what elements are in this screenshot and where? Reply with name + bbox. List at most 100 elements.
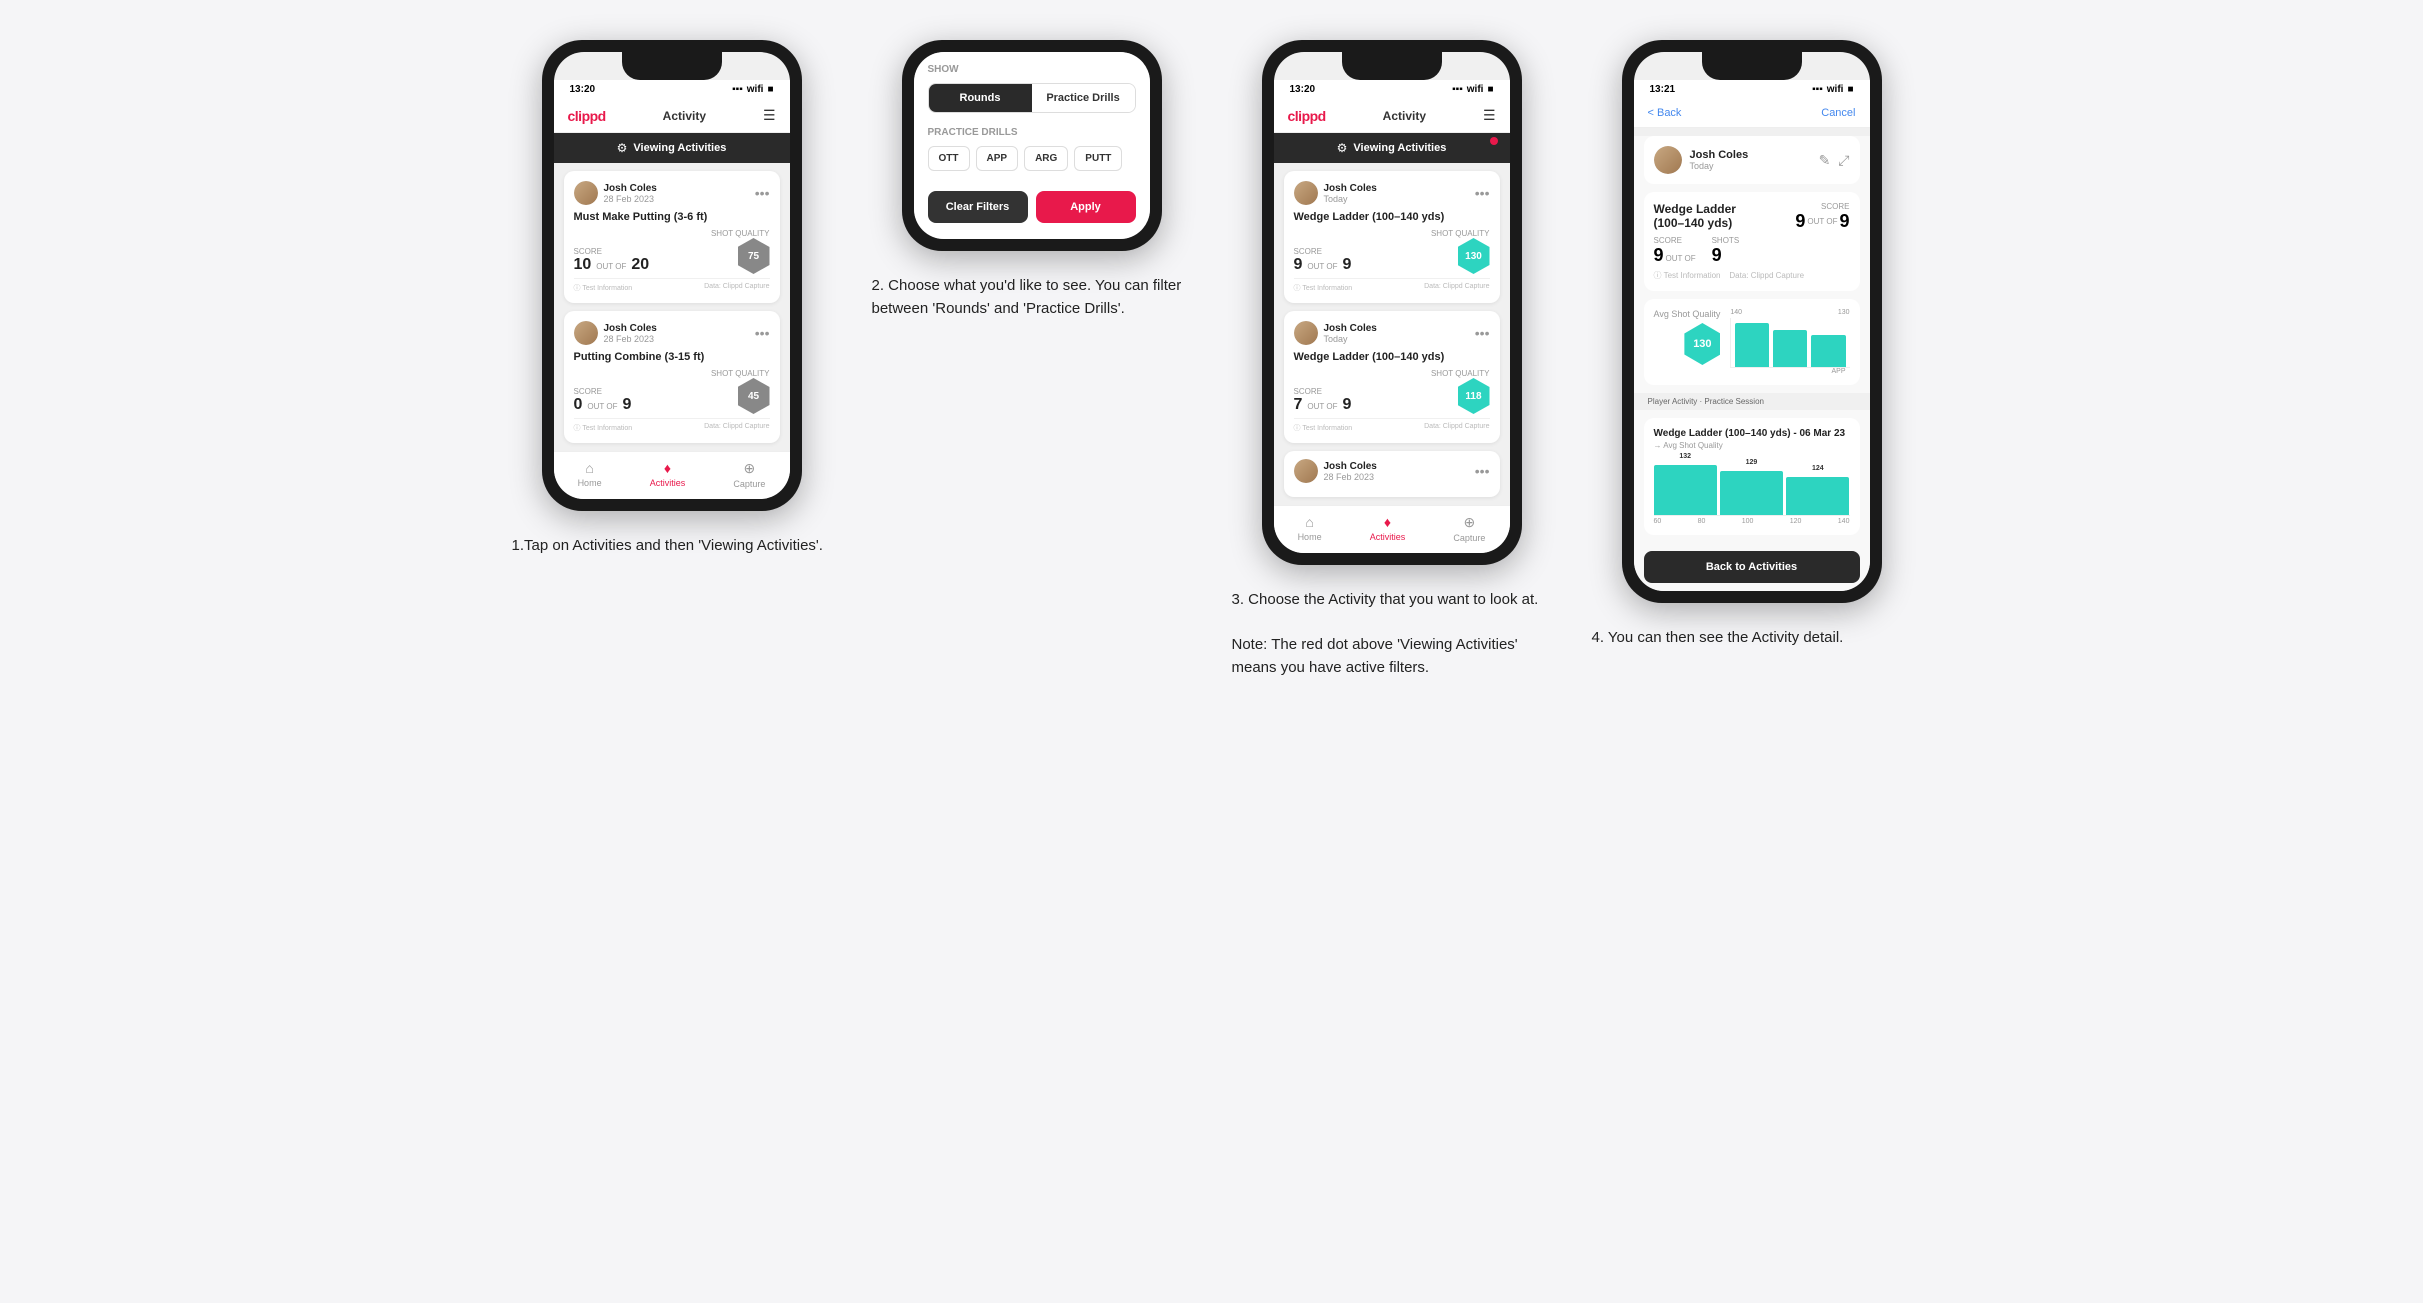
step-4-column: 13:21 ▪▪▪ wifi ■ < Back Cancel <box>1592 40 1912 679</box>
phone-4: 13:21 ▪▪▪ wifi ■ < Back Cancel <box>1622 40 1882 603</box>
activity-card-2[interactable]: Josh Coles 28 Feb 2023 ••• Putting Combi… <box>564 311 780 443</box>
dots-menu-1[interactable]: ••• <box>755 185 770 201</box>
nav-home-1[interactable]: ⌂ Home <box>578 460 602 489</box>
signal-icon-4: ▪▪▪ <box>1812 84 1823 95</box>
hamburger-icon[interactable]: ☰ <box>763 107 776 124</box>
stats-row-2: Score 0 OUT OF 9 Shot Quality 45 <box>574 369 770 414</box>
viewing-activities-banner-3[interactable]: ⚙ Viewing Activities <box>1274 133 1510 163</box>
activities-icon: ♦ <box>664 460 671 476</box>
step-4-description: 4. You can then see the Activity detail. <box>1592 627 1912 650</box>
activity-card-3a[interactable]: Josh Coles Today ••• Wedge Ladder (100–1… <box>1284 171 1500 303</box>
chip-ott[interactable]: OTT <box>928 146 970 171</box>
bottom-nav-3: ⌂ Home ♦ Activities ⊕ Capture <box>1274 505 1510 553</box>
dots-menu-3a[interactable]: ••• <box>1475 185 1490 201</box>
nav-capture-label: Capture <box>733 479 765 489</box>
nav-home-label-3: Home <box>1298 532 1322 542</box>
rounds-tab[interactable]: Rounds <box>929 84 1032 112</box>
nav-capture-3[interactable]: ⊕ Capture <box>1453 514 1485 543</box>
drill-chips: OTT APP ARG PUTT <box>928 146 1136 171</box>
page-container: 13:20 ▪▪▪ wifi ■ clippd Activity ☰ ⚙ Vie… <box>512 40 1912 679</box>
apply-button[interactable]: Apply <box>1036 191 1136 223</box>
bottom-nav-1: ⌂ Home ♦ Activities ⊕ Capture <box>554 451 790 499</box>
chip-arg[interactable]: ARG <box>1024 146 1068 171</box>
cancel-button[interactable]: Cancel <box>1821 107 1855 119</box>
activity-card-1[interactable]: Josh Coles 28 Feb 2023 ••• Must Make Put… <box>564 171 780 303</box>
user-info-1: Josh Coles 28 Feb 2023 <box>574 181 657 205</box>
dots-menu-3b[interactable]: ••• <box>1475 325 1490 341</box>
bar-3 <box>1811 335 1845 367</box>
nav-activities-label-3: Activities <box>1370 532 1406 542</box>
phone-1: 13:20 ▪▪▪ wifi ■ clippd Activity ☰ ⚙ Vie… <box>542 40 802 511</box>
user-name-3a: Josh Coles <box>1324 183 1377 194</box>
chip-putt[interactable]: PUTT <box>1074 146 1122 171</box>
signal-icon-3: ▪▪▪ <box>1452 84 1463 95</box>
status-time-3: 13:20 <box>1290 84 1316 95</box>
clear-filters-button[interactable]: Clear Filters <box>928 191 1028 223</box>
phone-notch <box>622 52 722 80</box>
nav-activities-1[interactable]: ♦ Activities <box>650 460 686 489</box>
user-date-3a: Today <box>1324 194 1377 204</box>
wifi-icon-3: wifi <box>1467 84 1484 95</box>
card-header-3b: Josh Coles Today ••• <box>1294 321 1490 345</box>
battery-icon-4: ■ <box>1847 84 1853 95</box>
nav-home-label: Home <box>578 478 602 488</box>
step-3-column: 13:20 ▪▪▪ wifi ■ clippd Activity ☰ ⚙ Vie… <box>1232 40 1552 679</box>
banner-text-1: Viewing Activities <box>633 142 726 154</box>
drill-bar-3: 124 <box>1786 477 1849 515</box>
step-3-description: 3. Choose the Activity that you want to … <box>1232 589 1552 679</box>
activity-card-3c[interactable]: Josh Coles 28 Feb 2023 ••• <box>1284 451 1500 497</box>
card-header-2: Josh Coles 28 Feb 2023 ••• <box>574 321 770 345</box>
avg-shot-quality-card: Avg Shot Quality 130 140 130 <box>1644 299 1860 385</box>
chip-app[interactable]: APP <box>976 146 1019 171</box>
user-name-2: Josh Coles <box>604 323 657 334</box>
detail-score: 9 <box>1654 245 1664 266</box>
user-date-3c: 28 Feb 2023 <box>1324 472 1377 482</box>
card-header-1: Josh Coles 28 Feb 2023 ••• <box>574 181 770 205</box>
activity-card-3b[interactable]: Josh Coles Today ••• Wedge Ladder (100–1… <box>1284 311 1500 443</box>
app-title: Activity <box>663 109 706 123</box>
bar-1 <box>1735 323 1769 367</box>
filter-modal: Filter ✕ Show Rounds Practice Drills Pra… <box>914 52 1150 239</box>
drills-label: Practice Drills <box>928 127 1136 138</box>
back-button[interactable]: < Back <box>1648 107 1682 119</box>
stats-row-3a: Score 9 OUT OF 9 Shot Quality 130 <box>1294 229 1490 274</box>
detail-actions: ✎ ⤢ <box>1819 152 1850 169</box>
nav-home-3[interactable]: ⌂ Home <box>1298 514 1322 543</box>
edit-icon[interactable]: ✎ <box>1819 152 1831 169</box>
battery-icon: ■ <box>767 84 773 95</box>
detail-avatar <box>1654 146 1682 174</box>
drill-bar-2: 129 <box>1720 471 1783 515</box>
detail-stat-card: Wedge Ladder(100–140 yds) Score 9 OUT OF <box>1644 192 1860 291</box>
card-header-3c: Josh Coles 28 Feb 2023 ••• <box>1294 459 1490 483</box>
card-footer-3b: ⓘ Test Information Data: Clippd Capture <box>1294 418 1490 433</box>
modal-actions: Clear Filters Apply <box>928 191 1136 223</box>
back-to-activities-button[interactable]: Back to Activities <box>1644 551 1860 583</box>
nav-activities-3[interactable]: ♦ Activities <box>1370 514 1406 543</box>
chart-bar-label-1: 130 <box>1838 309 1850 316</box>
capture-icon: ⊕ <box>744 460 756 477</box>
score-block-1: Score 10 OUT OF 20 <box>574 247 650 274</box>
user-info-3c: Josh Coles 28 Feb 2023 <box>1294 459 1377 483</box>
dots-menu-2[interactable]: ••• <box>755 325 770 341</box>
dots-menu-3c[interactable]: ••• <box>1475 463 1490 479</box>
expand-icon[interactable]: ⤢ <box>1838 152 1849 169</box>
avatar-3a <box>1294 181 1318 205</box>
nav-capture-1[interactable]: ⊕ Capture <box>733 460 765 489</box>
avatar-1 <box>574 181 598 205</box>
practice-drills-tab[interactable]: Practice Drills <box>1032 84 1135 112</box>
user-name-3b: Josh Coles <box>1324 323 1377 334</box>
red-dot-3 <box>1490 137 1498 145</box>
hamburger-icon-3[interactable]: ☰ <box>1483 107 1496 124</box>
detail-user-date: Today <box>1690 161 1749 171</box>
avatar-3b <box>1294 321 1318 345</box>
drill-chart-bars: 132 129 124 <box>1654 456 1850 516</box>
shot-quality-hex-3a: 130 <box>1458 238 1490 274</box>
step-1-description: 1.Tap on Activities and then 'Viewing Ac… <box>512 535 832 558</box>
clippd-logo: clippd <box>568 108 606 124</box>
phone-2: 13:21 ▪▪▪ wifi ■ clippd Activity ☰ ⚙ Vie… <box>902 40 1162 251</box>
viewing-activities-banner-1[interactable]: ⚙ Viewing Activities <box>554 133 790 163</box>
drill-subtitle: → Avg Shot Quality <box>1654 441 1850 450</box>
chart-bars <box>1730 318 1849 368</box>
detail-user-card: Josh Coles Today ✎ ⤢ <box>1644 136 1860 184</box>
status-icons: ▪▪▪ wifi ■ <box>732 84 773 95</box>
